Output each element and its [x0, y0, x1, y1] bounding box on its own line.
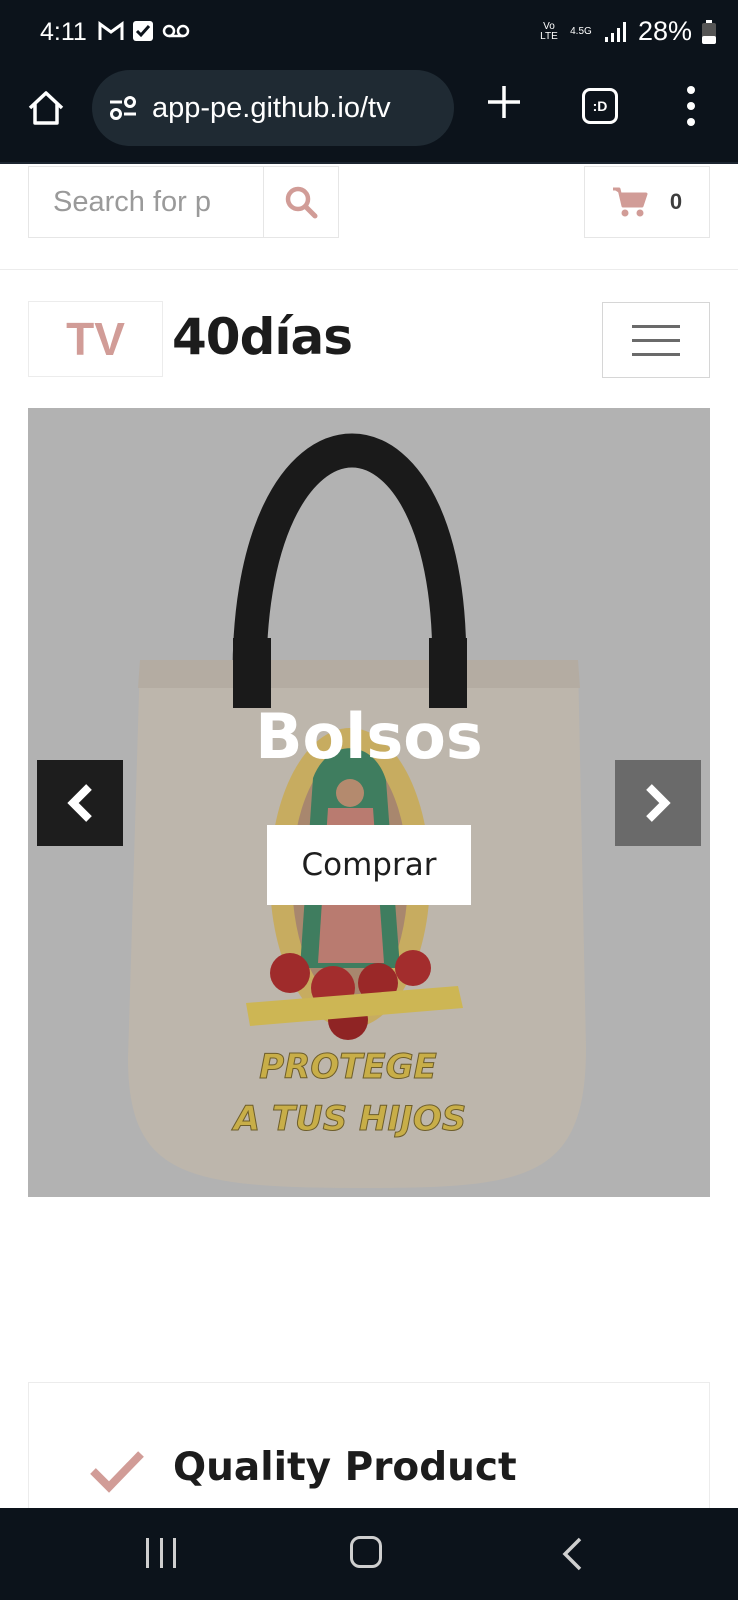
back-icon[interactable]	[560, 1536, 586, 1572]
carousel-next-button[interactable]	[615, 760, 701, 846]
battery-percent: 28%	[637, 16, 692, 46]
system-nav-bar	[0, 1508, 738, 1600]
address-bar[interactable]: app-pe.github.io/tv	[92, 70, 454, 146]
url-text: app-pe.github.io/tv	[152, 91, 391, 124]
new-tab-icon[interactable]	[486, 84, 522, 120]
signal-icon	[604, 21, 626, 42]
chevron-right-icon	[646, 784, 671, 822]
check-box-icon	[133, 21, 153, 41]
menu-toggle-button[interactable]	[602, 302, 710, 378]
search-placeholder: Search for p	[53, 185, 211, 218]
home-nav-icon[interactable]	[350, 1536, 382, 1568]
status-time: 4:11	[40, 18, 87, 46]
search-input[interactable]: Search for p	[28, 166, 264, 238]
site-settings-icon[interactable]	[108, 95, 138, 121]
browser-menu-icon[interactable]	[684, 86, 698, 126]
search-icon	[285, 186, 318, 219]
home-icon[interactable]	[26, 88, 66, 128]
cart-count: 0	[669, 189, 683, 214]
chevron-left-icon	[67, 784, 92, 822]
notification-icons	[98, 20, 190, 42]
battery-icon	[702, 19, 716, 44]
hamburger-line	[632, 352, 680, 356]
cart-button[interactable]: 0	[584, 166, 710, 238]
feature-card: Quality Product	[28, 1382, 710, 1512]
feature-label: Quality Product	[173, 1445, 517, 1490]
tote-bag-image: PROTEGE A TUS HIJOS	[128, 433, 586, 1188]
voicemail-icon	[162, 24, 190, 38]
brand-logo[interactable]: TV	[28, 301, 163, 377]
carousel-prev-button[interactable]	[37, 760, 123, 846]
recent-apps-icon[interactable]	[146, 1538, 176, 1568]
header-divider	[0, 269, 738, 270]
hero-carousel: PROTEGE A TUS HIJOS	[28, 408, 710, 1197]
brand-name[interactable]: 40días	[172, 308, 353, 366]
tab-switcher-button[interactable]: :D	[582, 88, 618, 124]
network-label: 4.5G	[570, 25, 592, 37]
shopping-cart-icon	[612, 187, 648, 217]
hamburger-line	[632, 338, 680, 342]
search-button[interactable]	[263, 166, 339, 238]
bag-print-line2: A TUS HIJOS	[231, 1099, 466, 1139]
gmail-icon	[98, 21, 124, 40]
shop-now-button[interactable]: Comprar	[267, 825, 471, 905]
status-bar: 4:11 Vo LTE 4.5G 28%	[0, 0, 738, 68]
browser-toolbar: app-pe.github.io/tv :D	[0, 68, 738, 164]
volte-label: Vo LTE	[540, 20, 558, 42]
status-right: Vo LTE 4.5G 28%	[540, 16, 716, 47]
hamburger-line	[632, 324, 680, 328]
bag-print-line1: PROTEGE	[259, 1047, 437, 1087]
check-icon	[90, 1451, 144, 1493]
